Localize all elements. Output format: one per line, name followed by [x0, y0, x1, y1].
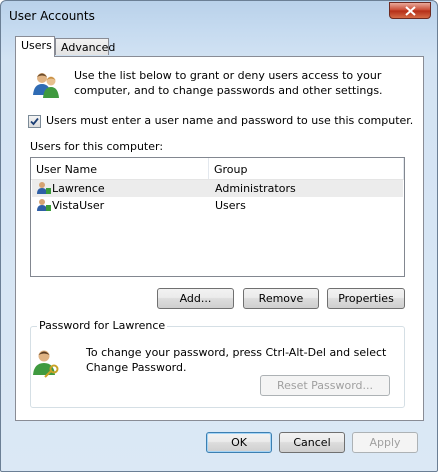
list-header: User Name Group: [31, 158, 404, 180]
column-header-group[interactable]: Group: [214, 163, 248, 176]
tab-users[interactable]: Users: [15, 36, 55, 57]
tab-advanced[interactable]: Advanced: [55, 38, 115, 55]
group-cell: Administrators: [215, 182, 296, 195]
user-accounts-dialog: User Accounts Users Advanced Use the lis…: [0, 0, 438, 472]
require-password-checkbox[interactable]: [28, 115, 41, 128]
users-listview[interactable]: User Name Group Lawrence Administrators: [30, 157, 405, 277]
group-cell: Users: [215, 199, 246, 212]
password-group-title: Password for Lawrence: [37, 319, 168, 332]
column-divider[interactable]: [403, 158, 404, 179]
users-tab-panel: Use the list below to grant or deny user…: [15, 56, 424, 421]
users-icon: [33, 73, 59, 98]
column-divider[interactable]: [208, 158, 209, 179]
column-header-user-name[interactable]: User Name: [36, 163, 97, 176]
users-list-label: Users for this computer:: [30, 140, 164, 153]
require-password-label[interactable]: Users must enter a user name and passwor…: [46, 114, 413, 127]
remove-user-button[interactable]: Remove: [243, 288, 319, 309]
table-row[interactable]: VistaUser Users: [32, 197, 403, 214]
apply-button[interactable]: Apply: [352, 432, 418, 453]
user-name-cell: Lawrence: [52, 182, 105, 195]
window-title: User Accounts: [9, 9, 95, 23]
properties-button[interactable]: Properties: [327, 288, 405, 309]
user-name-cell: VistaUser: [52, 199, 105, 212]
password-instructions: To change your password, press Ctrl-Alt-…: [86, 346, 387, 374]
intro-text: Use the list below to grant or deny user…: [74, 69, 383, 97]
user-icon: [37, 199, 51, 211]
close-icon: [405, 6, 416, 16]
user-icon: [37, 182, 51, 194]
ok-button[interactable]: OK: [206, 432, 272, 453]
user-key-icon: [33, 350, 59, 378]
table-row[interactable]: Lawrence Administrators: [32, 180, 403, 197]
close-button[interactable]: [389, 2, 431, 19]
check-icon: [30, 117, 39, 126]
reset-password-button[interactable]: Reset Password...: [260, 375, 390, 396]
title-bar[interactable]: User Accounts: [1, 1, 437, 29]
add-user-button[interactable]: Add...: [157, 288, 234, 309]
cancel-button[interactable]: Cancel: [279, 432, 345, 453]
